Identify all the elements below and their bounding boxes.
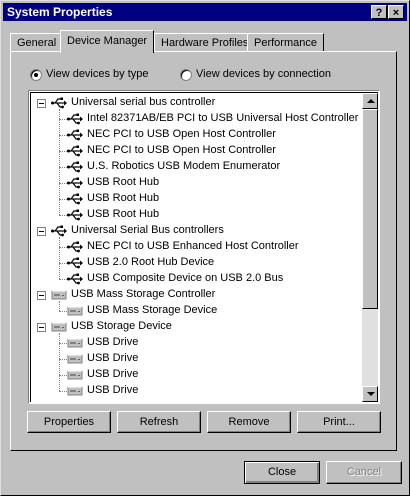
collapse-toggle[interactable] [37,99,46,108]
close-button[interactable]: Close [244,461,320,484]
tree-connector [59,301,60,311]
device-label: USB Root Hub [87,192,160,204]
refresh-button[interactable]: Refresh [117,411,201,433]
properties-button[interactable]: Properties [27,411,111,433]
tab-device-manager[interactable]: Device Manager [60,30,155,53]
tree-connector [59,247,67,248]
drive-icon [51,320,67,334]
usb-icon [67,208,83,222]
tree-connector [59,135,67,136]
device-tree[interactable]: Universal serial bus controller Intel 823… [28,90,380,404]
tab-general[interactable]: General [10,33,64,52]
device-label: U.S. Robotics USB Modem Enumerator [87,160,281,172]
tree-connector [59,183,67,184]
tree-connector [59,119,67,120]
usb-icon [67,256,83,270]
device-label: USB Mass Storage Controller [71,288,216,300]
usb-icon [67,192,83,206]
scroll-down-button[interactable] [362,386,378,402]
device-label: USB Drive [87,368,139,380]
drive-icon [67,304,83,318]
tree-connector [59,263,67,264]
device-label: USB 2.0 Root Hub Device [87,256,215,268]
tree-connector [59,151,67,152]
drive-icon [67,368,83,382]
tree-connector [59,391,67,392]
tree-connector [59,279,67,280]
usb-icon [67,112,83,126]
device-label: Universal Serial Bus controllers [71,224,224,236]
device-label: NEC PCI to USB Enhanced Host Controller [87,240,299,252]
device-label: USB Drive [87,384,139,396]
usb-icon [67,144,83,158]
tree-connector [59,333,60,391]
usb-icon [67,272,83,286]
device-label: NEC PCI to USB Open Host Controller [87,144,276,156]
device-label: NEC PCI to USB Open Host Controller [87,128,276,140]
device-label: USB Drive [87,336,139,348]
collapse-toggle[interactable] [37,291,46,300]
close-window-button[interactable]: × [388,5,404,19]
tree-connector [59,343,67,344]
print-button[interactable]: Print... [297,411,381,433]
collapse-toggle[interactable] [37,323,46,332]
vertical-scrollbar[interactable] [362,93,378,402]
device-label: Universal serial bus controller [71,96,216,108]
device-label: USB Root Hub [87,208,160,220]
usb-icon [67,176,83,190]
radio-dot [180,69,192,81]
arrow-up-icon [367,99,375,103]
scroll-thumb[interactable] [362,109,378,309]
tree-connector [59,167,67,168]
drive-icon [67,336,83,350]
scroll-up-button[interactable] [362,93,378,109]
usb-icon [51,224,67,238]
usb-icon [51,96,67,110]
device-label: USB Storage Device [71,320,172,332]
drive-icon [51,288,67,302]
radio-dot [30,69,42,81]
arrow-down-icon [367,392,375,396]
view-by-connection-label: View devices by connection [196,68,331,80]
cancel-button[interactable]: Cancel [326,461,402,484]
drive-icon [67,352,83,366]
tree-connector [59,311,67,312]
device-tree-viewport: Universal serial bus controller Intel 823… [30,92,378,402]
tab-hardware-profiles[interactable]: Hardware Profiles [154,33,256,52]
usb-icon [67,128,83,142]
tree-connector [59,215,67,216]
title-bar[interactable]: System Properties ? × [3,3,407,21]
collapse-toggle[interactable] [37,227,46,236]
tree-connector [59,359,67,360]
device-label: Intel 82371AB/EB PCI to USB Universal Ho… [87,112,359,124]
tree-connector [59,375,67,376]
view-by-type-label: View devices by type [46,68,149,80]
drive-icon [67,384,83,398]
device-label: USB Mass Storage Device [87,304,218,316]
usb-icon [67,240,83,254]
help-button[interactable]: ? [371,5,387,19]
tree-connector [59,109,60,215]
device-label: USB Root Hub [87,176,160,188]
tree-connector [59,199,67,200]
remove-button[interactable]: Remove [207,411,291,433]
window-title: System Properties [7,5,113,19]
device-label: USB Composite Device on USB 2.0 Bus [87,272,284,284]
usb-icon [67,160,83,174]
device-label: USB Drive [87,352,139,364]
tree-connector [59,237,60,279]
tab-performance[interactable]: Performance [247,33,324,52]
